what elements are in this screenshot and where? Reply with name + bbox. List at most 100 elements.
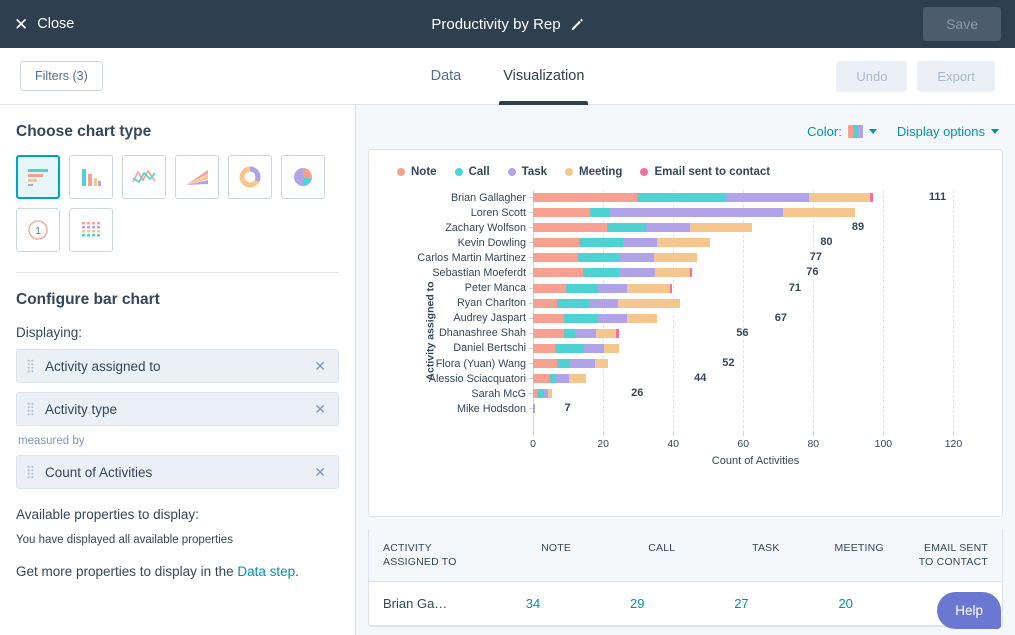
displaying-chip-activity-type[interactable]: Activity type ✕ [16, 392, 339, 426]
displaying-chip-activity-assigned-to[interactable]: Activity assigned to ✕ [16, 349, 339, 383]
legend-item-task[interactable]: Task [507, 166, 547, 178]
display-options-button[interactable]: Display options [897, 124, 999, 139]
bar-segment-task[interactable] [574, 328, 597, 338]
bar-segment-email-sent-to-contact[interactable] [869, 193, 873, 202]
table-cell[interactable]: 29 [585, 582, 689, 625]
bar-segment-meeting[interactable] [627, 283, 671, 293]
bar-segment-call[interactable] [577, 253, 621, 263]
bar-segment-note[interactable] [533, 343, 555, 353]
bar-segment-call[interactable] [566, 283, 598, 293]
bar-segment-note[interactable] [533, 253, 578, 263]
chart-type-line[interactable] [122, 155, 166, 199]
stacked-bar[interactable] [533, 223, 845, 233]
close-button[interactable]: ✕ Close [14, 16, 74, 33]
chart-type-vertical-bar[interactable] [69, 155, 113, 199]
bar-segment-meeting[interactable] [656, 238, 710, 248]
table-column-header[interactable]: TASK [689, 529, 793, 581]
bar-segment-task[interactable] [623, 238, 657, 248]
bar-segment-call[interactable] [583, 268, 619, 278]
chart-type-pie[interactable] [281, 155, 325, 199]
bar-segment-call[interactable] [637, 193, 726, 202]
bar-segment-meeting[interactable] [783, 208, 855, 218]
bar-segment-task[interactable] [610, 208, 784, 218]
stacked-bar[interactable] [533, 328, 729, 338]
measure-chip-count-of-activities[interactable]: Count of Activities ✕ [16, 455, 339, 489]
pencil-icon[interactable] [570, 17, 584, 31]
bar-segment-meeting[interactable] [654, 268, 691, 278]
bar-segment-note[interactable] [533, 328, 564, 338]
chart-type-single-value[interactable]: 1 [16, 208, 60, 252]
bar-segment-meeting[interactable] [654, 253, 697, 263]
bar-segment-task[interactable] [725, 193, 809, 202]
chart-type-donut[interactable] [228, 155, 272, 199]
bar-segment-task[interactable] [554, 374, 570, 384]
bar-segment-call[interactable] [557, 359, 571, 369]
legend-item-note[interactable]: Note [397, 166, 437, 178]
bar-segment-meeting[interactable] [596, 328, 617, 338]
table-column-header[interactable]: ACTIVITY ASSIGNED TO [369, 529, 481, 581]
bar-segment-note[interactable] [533, 374, 549, 384]
stacked-bar[interactable] [533, 238, 813, 248]
stacked-bar[interactable] [533, 404, 558, 414]
stacked-bar[interactable] [533, 298, 789, 308]
bar-segment-note[interactable] [533, 313, 565, 323]
export-button[interactable]: Export [917, 60, 995, 92]
color-option[interactable]: Color: [807, 124, 877, 139]
bar-segment-task[interactable] [570, 359, 595, 369]
stacked-bar[interactable] [533, 389, 624, 399]
bar-segment-note[interactable] [533, 268, 584, 278]
bar-segment-task[interactable] [589, 298, 618, 308]
table-cell[interactable]: 20 [794, 582, 898, 625]
bar-segment-call[interactable] [606, 223, 646, 233]
bar-segment-meeting[interactable] [627, 313, 657, 323]
bar-segment-meeting[interactable] [690, 223, 752, 233]
save-button[interactable]: Save [923, 7, 1001, 41]
bar-segment-call[interactable] [536, 389, 544, 399]
bar-segment-email-sent-to-contact[interactable] [690, 268, 693, 278]
legend-item-email-sent-to-contact[interactable]: Email sent to contact [640, 166, 770, 178]
bar-segment-call[interactable] [564, 313, 598, 323]
chart-type-table[interactable] [69, 208, 113, 252]
chart-type-area[interactable] [175, 155, 219, 199]
bar-segment-meeting[interactable] [604, 343, 620, 353]
undo-button[interactable]: Undo [836, 60, 908, 92]
bar-segment-email-sent-to-contact[interactable] [670, 283, 673, 293]
bar-segment-note[interactable] [533, 298, 558, 308]
bar-segment-task[interactable] [597, 283, 627, 293]
chart-type-horizontal-bar[interactable] [16, 155, 60, 199]
stacked-bar[interactable] [533, 374, 687, 384]
bar-segment-task[interactable] [533, 404, 535, 414]
bar-segment-note[interactable] [533, 193, 638, 202]
tab-visualization[interactable]: Visualization [499, 48, 589, 105]
bar-segment-note[interactable] [533, 359, 558, 369]
bar-segment-note[interactable] [533, 208, 590, 218]
table-column-header[interactable]: CALL [585, 529, 689, 581]
legend-item-call[interactable]: Call [454, 166, 490, 178]
bar-segment-meeting[interactable] [548, 389, 552, 399]
bar-segment-call[interactable] [589, 208, 611, 218]
bar-segment-call[interactable] [563, 328, 575, 338]
data-step-link[interactable]: Data step [237, 564, 295, 579]
bar-segment-note[interactable] [533, 238, 580, 248]
stacked-bar[interactable] [533, 283, 782, 293]
stacked-bar[interactable] [533, 359, 715, 369]
bar-segment-task[interactable] [583, 343, 605, 353]
bar-segment-task[interactable] [597, 313, 628, 323]
legend-item-meeting[interactable]: Meeting [565, 166, 622, 178]
help-button[interactable]: Help [937, 592, 1001, 629]
bar-segment-meeting[interactable] [808, 193, 870, 202]
remove-icon[interactable]: ✕ [312, 464, 328, 481]
bar-segment-meeting[interactable] [569, 374, 587, 384]
remove-icon[interactable]: ✕ [312, 401, 328, 418]
bar-segment-note[interactable] [533, 223, 607, 233]
table-cell[interactable]: 27 [689, 582, 793, 625]
bar-segment-call[interactable] [554, 343, 584, 353]
table-cell[interactable]: 34 [481, 582, 585, 625]
table-column-header[interactable]: MEETING [794, 529, 898, 581]
bar-segment-task[interactable] [620, 253, 655, 263]
bar-segment-call[interactable] [557, 298, 590, 308]
stacked-bar[interactable] [533, 208, 911, 218]
bar-segment-meeting[interactable] [617, 298, 680, 308]
tab-data[interactable]: Data [427, 48, 466, 105]
stacked-bar[interactable] [533, 253, 803, 263]
